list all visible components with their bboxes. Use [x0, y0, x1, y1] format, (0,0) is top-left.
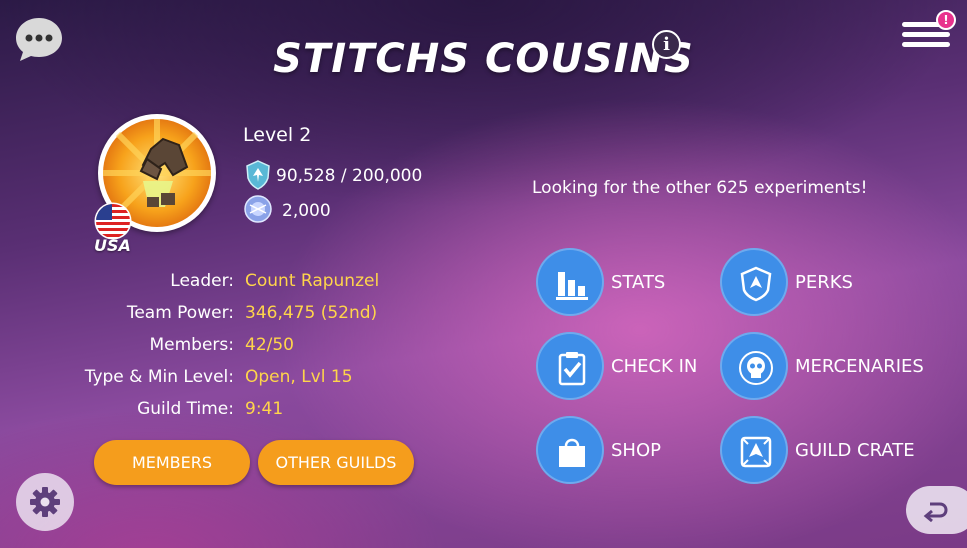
info-row-members: Members: 42/50	[0, 335, 420, 359]
info-row-leader: Leader: Count Rapunzel	[0, 271, 420, 295]
guild-description: Looking for the other 625 experiments!	[532, 178, 868, 198]
info-key: Team Power:	[126, 303, 234, 323]
guild-crate-label: GUILD CRATE	[795, 440, 915, 461]
info-key: Members:	[149, 335, 234, 355]
info-key: Guild Time:	[137, 399, 234, 419]
gear-icon	[30, 487, 60, 517]
perks-shield-icon	[740, 266, 772, 302]
guild-name-title: STITCHS COUSINS	[273, 36, 694, 82]
shop-label: SHOP	[611, 440, 661, 461]
info-row-team-power: Team Power: 346,475 (52nd)	[0, 303, 420, 327]
guild-crate-button[interactable]: GUILD CRATE	[720, 416, 930, 486]
info-value: Count Rapunzel	[245, 271, 380, 291]
back-button[interactable]	[906, 486, 967, 534]
stats-label: STATS	[611, 272, 666, 293]
info-key: Leader:	[170, 271, 234, 291]
gem-orb-icon	[244, 195, 272, 223]
info-row-guild-time: Guild Time: 9:41	[0, 399, 420, 423]
info-value: 42/50	[245, 335, 294, 355]
country-label: USA	[94, 236, 131, 255]
crate-icon	[740, 436, 772, 468]
info-value: 346,475 (52nd)	[245, 303, 378, 323]
xp-progress-text: 90,528 / 200,000	[276, 166, 423, 186]
skull-icon	[739, 351, 773, 385]
info-row-type-min-level: Type & Min Level: Open, Lvl 15	[0, 367, 420, 391]
info-icon[interactable]: i	[652, 30, 681, 59]
gem-count-text: 2,000	[282, 201, 331, 221]
settings-button[interactable]	[16, 473, 74, 531]
mercenaries-button[interactable]: MERCENARIES	[720, 332, 930, 402]
info-value: 9:41	[245, 399, 284, 419]
check-in-button[interactable]: CHECK IN	[536, 332, 716, 402]
info-value: Open, Lvl 15	[245, 367, 353, 387]
back-arrow-icon	[923, 502, 948, 522]
usa-flag-icon	[94, 202, 132, 240]
perks-button[interactable]: PERKS	[720, 248, 880, 318]
mercenaries-label: MERCENARIES	[795, 356, 924, 377]
members-button[interactable]: MEMBERS	[94, 440, 250, 485]
guild-level: Level 2	[243, 124, 312, 146]
stats-button[interactable]: STATS	[536, 248, 696, 318]
other-guilds-button[interactable]: OTHER GUILDS	[258, 440, 414, 485]
info-key: Type & Min Level:	[84, 367, 234, 387]
shopping-bag-icon	[559, 438, 585, 467]
check-in-label: CHECK IN	[611, 356, 698, 377]
perks-label: PERKS	[795, 272, 853, 293]
notification-badge: !	[936, 10, 956, 30]
xp-shield-icon	[246, 160, 270, 190]
shop-button[interactable]: SHOP	[536, 416, 696, 486]
bar-chart-icon	[556, 272, 588, 300]
clipboard-check-icon	[558, 352, 586, 386]
